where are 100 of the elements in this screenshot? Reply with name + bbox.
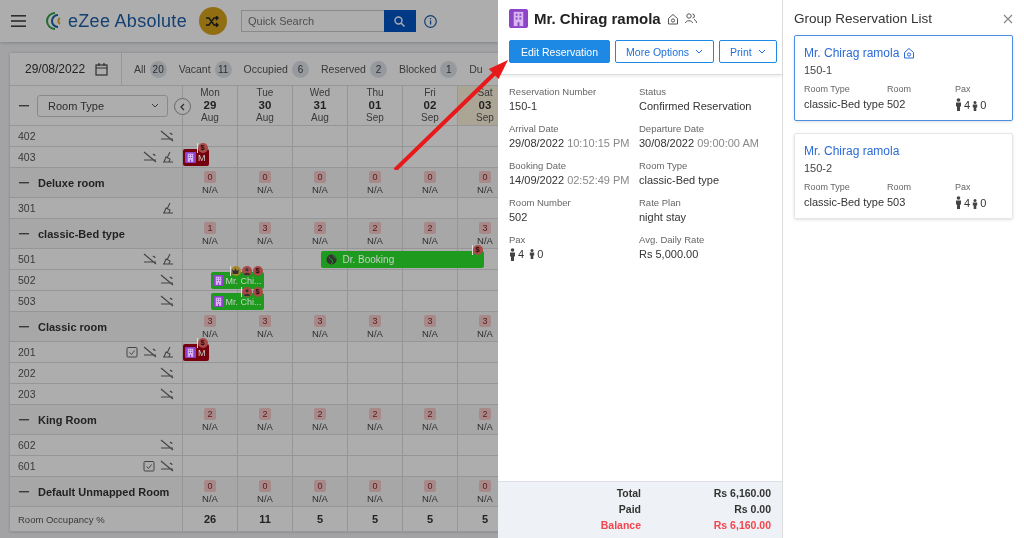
availability-count: 0 <box>424 479 436 492</box>
availability-count: 0 <box>424 170 436 183</box>
total-amount: Rs 6,160.00 <box>712 486 771 501</box>
field-label: Pax <box>509 233 527 246</box>
field-label: Status <box>639 85 667 98</box>
close-button[interactable] <box>1003 13 1013 24</box>
room-type-select[interactable]: Room Type <box>37 94 168 117</box>
guest-name: Mr. Chirag ramola <box>534 10 661 27</box>
room-number: 502 <box>18 274 37 286</box>
day-header: Tue 30 Aug <box>237 86 292 125</box>
availability-count: 0 <box>479 479 491 492</box>
edit-reservation-button[interactable]: Edit Reservation <box>509 40 611 63</box>
availability-count: 1 <box>204 221 216 234</box>
room-type-name: King Room <box>38 413 97 426</box>
room-type-name: Default Unmapped Room <box>38 485 170 498</box>
collapse-icon[interactable] <box>19 325 29 328</box>
availability-count: 0 <box>204 170 216 183</box>
availability-count: 0 <box>479 170 491 183</box>
rate-text: N/A <box>477 327 493 339</box>
building-icon <box>185 152 196 163</box>
availability-count: 2 <box>259 407 271 420</box>
room-number: 403 <box>18 151 37 163</box>
rate-text: N/A <box>202 234 218 246</box>
child-count: 0 <box>537 247 544 262</box>
dropdown-button[interactable]: More Options <box>615 40 715 63</box>
status-filter[interactable]: Vacant 11 <box>178 60 232 78</box>
previous-button[interactable] <box>174 98 191 115</box>
total-amount: Rs 6,160.00 <box>712 518 771 533</box>
shuffle-button[interactable] <box>199 7 227 35</box>
availability-count: 3 <box>369 314 381 327</box>
rate-text: N/A <box>367 420 383 432</box>
collapse-icon[interactable] <box>19 181 29 184</box>
occupancy-value: 11 <box>259 513 271 525</box>
rate-text: N/A <box>257 183 273 195</box>
search-button[interactable] <box>384 10 416 32</box>
field-label: Room Number <box>509 196 572 209</box>
availability-count: 3 <box>314 314 326 327</box>
calendar-icon[interactable] <box>95 62 109 76</box>
field-value: 30/08/2022 09:00:00 AM <box>639 136 759 151</box>
availability-count: 3 <box>479 314 491 327</box>
status-filter[interactable]: Occupied 6 <box>243 60 309 78</box>
status-filter[interactable]: Reserved 2 <box>320 60 387 78</box>
room-number: 501 <box>18 253 37 265</box>
panel-title: Group Reservation List <box>794 11 933 26</box>
occupancy-value: 5 <box>426 513 434 525</box>
room-type-value: classic-Bed type <box>804 98 885 110</box>
search-field[interactable]: Quick Search <box>241 10 384 32</box>
collapse-icon[interactable] <box>19 104 29 107</box>
caret-icon <box>695 49 704 54</box>
day-header: Wed 31 Aug <box>292 86 347 125</box>
collapse-icon[interactable] <box>19 490 29 493</box>
rate-text: N/A <box>422 420 438 432</box>
day-header: Thu 01 Sep <box>347 86 402 125</box>
close-icon <box>1003 13 1013 24</box>
availability-count: 2 <box>314 407 326 420</box>
chevron-left-icon <box>180 102 185 111</box>
availability-count: 3 <box>479 221 491 234</box>
room-number: 301 <box>18 202 37 214</box>
availability-count: 0 <box>369 479 381 492</box>
rate-text: N/A <box>312 327 328 339</box>
occupancy-label: Room Occupancy % <box>18 514 105 525</box>
rate-text: N/A <box>312 183 328 195</box>
room-number: 601 <box>18 460 37 472</box>
occupancy-value: 5 <box>316 513 324 525</box>
guest-name-link[interactable]: Mr. Chirag ramola <box>804 144 900 158</box>
rate-text: N/A <box>367 234 383 246</box>
menu-icon[interactable] <box>11 15 26 27</box>
meta-label: Pax <box>955 182 972 192</box>
rate-text: N/A <box>257 327 273 339</box>
child-icon <box>529 249 536 259</box>
availability-count: 0 <box>204 479 216 492</box>
availability-count: 3 <box>259 314 271 327</box>
field-value: 29/08/2022 10:10:15 PM <box>509 136 630 151</box>
rate-text: N/A <box>257 492 273 504</box>
reservation-number: 150-2 <box>804 162 834 174</box>
room-type-name: Classic room <box>38 320 108 333</box>
reservation-number: 150-1 <box>804 64 834 76</box>
meta-label: Room <box>887 182 912 192</box>
meta-label: Room Type <box>804 182 851 192</box>
collapse-icon[interactable] <box>19 418 29 421</box>
status-filter[interactable]: Du <box>469 60 483 78</box>
room-number: 503 <box>18 295 37 307</box>
adult-icon <box>509 247 516 261</box>
guest-name-link[interactable]: Mr. Chirag ramola <box>804 46 900 60</box>
status-filter[interactable]: Blocked 1 <box>398 60 458 78</box>
total-label: Total <box>615 486 641 501</box>
room-number: 201 <box>18 346 37 358</box>
rate-text: N/A <box>312 492 328 504</box>
reservation-card[interactable]: Mr. Chirag ramola 150-1 Room Type classic-Bed type Room 502 Pax 4 0 <box>794 35 1013 121</box>
adult-count: 4 <box>964 197 971 209</box>
availability-count: 0 <box>259 479 271 492</box>
crown-badge <box>230 266 241 276</box>
dropdown-button[interactable]: Print <box>719 40 777 63</box>
info-icon[interactable] <box>424 14 437 28</box>
building-icon <box>212 296 224 307</box>
reservation-card[interactable]: Mr. Chirag ramola 150-2 Room Type classic-Bed type Room 503 Pax 4 0 <box>794 133 1013 219</box>
date-field[interactable]: 29/08/2022 <box>25 62 86 76</box>
collapse-icon[interactable] <box>19 232 29 235</box>
rate-text: N/A <box>477 420 493 432</box>
globe-icon <box>325 254 337 265</box>
